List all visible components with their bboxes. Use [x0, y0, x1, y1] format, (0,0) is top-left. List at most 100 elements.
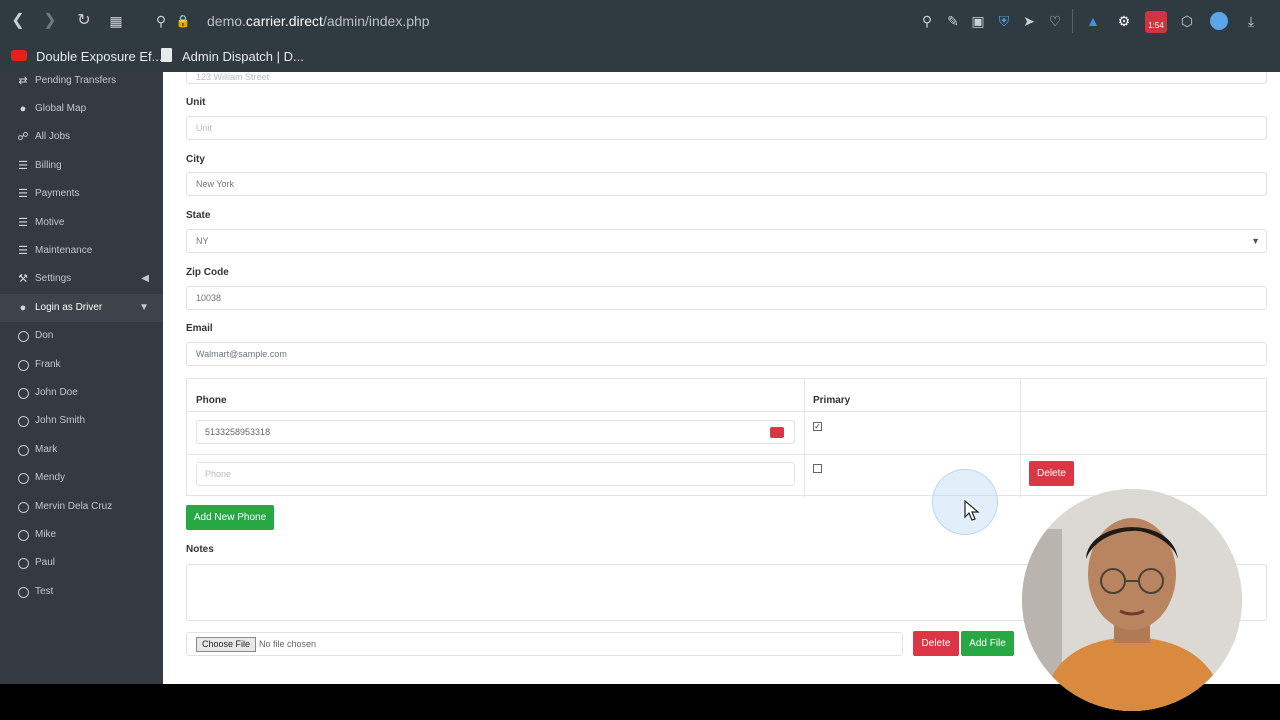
cursor-icon	[964, 500, 980, 521]
location-icon[interactable]: ⚲	[151, 11, 171, 31]
phone-table: Phone Primary 5133258953318 ✓ Phone Dele…	[186, 378, 1268, 497]
email-field[interactable]: Walmart@sample.com	[186, 342, 1267, 366]
delete-file-button[interactable]: Delete	[913, 631, 959, 656]
delete-phone-button[interactable]: Delete	[1029, 461, 1074, 486]
list-icon: ☰	[18, 245, 28, 257]
heart-icon[interactable]: ♡	[1046, 12, 1064, 30]
add-phone-button[interactable]: Add New Phone	[186, 505, 274, 530]
circle-icon	[18, 587, 29, 598]
page-icon	[161, 48, 172, 62]
chevron-left-icon: ◀	[141, 273, 149, 284]
grid-icon[interactable]: ▦	[106, 11, 126, 31]
zip-field[interactable]: 10038	[186, 286, 1267, 310]
download-icon[interactable]: ⤓	[1242, 12, 1260, 30]
circle-icon	[18, 502, 29, 513]
extension-arrow-icon[interactable]: ▲	[1084, 12, 1102, 30]
circle-icon	[18, 388, 29, 399]
add-file-button[interactable]: Add File	[961, 631, 1014, 656]
phone-header: Phone	[196, 395, 227, 406]
choose-file-button[interactable]: Choose File	[196, 637, 257, 652]
webcam-overlay	[1022, 489, 1242, 711]
edit-icon[interactable]: ✎	[944, 12, 962, 30]
chevron-down-icon: ▼	[1251, 236, 1260, 246]
flag-icon[interactable]	[770, 427, 784, 438]
sidebar-driver-item[interactable]: Mike	[0, 521, 163, 549]
lock-icon[interactable]: 🔒	[173, 11, 193, 31]
transfer-icon: ⇄	[18, 75, 28, 87]
shield-icon[interactable]: ⛨	[995, 12, 1013, 30]
state-label: State	[186, 210, 211, 221]
circle-icon	[18, 360, 29, 371]
sidebar-item-all-jobs[interactable]: ☍ All Jobs	[0, 123, 163, 151]
primary-checkbox[interactable]	[813, 464, 822, 473]
sidebar-item-billing[interactable]: ☰ Billing	[0, 152, 163, 180]
sidebar-driver-item[interactable]: Mendy	[0, 464, 163, 492]
presenter-image	[1022, 489, 1242, 711]
sidebar-item-settings[interactable]: ⚒ Settings ◀	[0, 265, 163, 293]
search-icon[interactable]: ⚲	[918, 12, 936, 30]
sidebar-driver-item[interactable]: Don	[0, 322, 163, 350]
divider	[187, 454, 1268, 455]
bookmark-item[interactable]: Double Exposure Ef...	[36, 47, 162, 67]
youtube-icon	[11, 50, 27, 61]
zip-label: Zip Code	[186, 267, 229, 278]
notes-label: Notes	[186, 544, 214, 555]
sidebar-driver-item[interactable]: Mark	[0, 436, 163, 464]
sidebar-item-motive[interactable]: ☰ Motive	[0, 209, 163, 237]
timer-extension-icon[interactable]: 1:54	[1145, 11, 1167, 33]
list-icon: ☰	[18, 160, 28, 172]
back-icon[interactable]: ❮	[8, 11, 28, 31]
sidebar-item-pending-transfers[interactable]: ⇄ Pending Transfers	[0, 72, 163, 95]
unit-field[interactable]: Unit	[186, 116, 1267, 140]
phone-input[interactable]: 5133258953318	[196, 420, 795, 444]
city-label: City	[186, 154, 205, 165]
sidebar-item-global-map[interactable]: ● Global Map	[0, 95, 163, 123]
city-field[interactable]: New York	[186, 172, 1267, 196]
chevron-down-icon: ▼	[139, 302, 149, 313]
sidebar-driver-item[interactable]: John Smith	[0, 407, 163, 435]
email-label: Email	[186, 323, 213, 334]
circle-icon	[18, 331, 29, 342]
user-icon: ●	[19, 302, 27, 314]
circle-icon	[18, 558, 29, 569]
divider	[804, 379, 805, 497]
cart-icon: ☍	[17, 131, 29, 143]
sidebar-driver-item[interactable]: Frank	[0, 351, 163, 379]
primary-header: Primary	[813, 395, 851, 406]
list-icon: ☰	[18, 217, 28, 229]
send-icon[interactable]: ➤	[1020, 12, 1038, 30]
forward-icon[interactable]: ❯	[40, 11, 60, 31]
browser-toolbar: ❮ ❯ ↻ ▦ ⚲ 🔒 demo.carrier.direct/admin/in…	[0, 0, 1280, 43]
sidebar: ⇄ Pending Transfers ● Global Map ☍ All Jobs…	[0, 72, 163, 684]
primary-checkbox[interactable]: ✓	[813, 422, 822, 431]
wrench-icon: ⚒	[18, 273, 28, 285]
camera-icon[interactable]: ▣	[969, 12, 987, 30]
bookmark-item[interactable]: Admin Dispatch | D...	[182, 47, 304, 67]
phone-input[interactable]: Phone	[196, 462, 795, 486]
reload-icon[interactable]: ↻	[74, 11, 94, 31]
gear-icon[interactable]: ⚙	[1115, 12, 1133, 30]
sidebar-item-payments[interactable]: ☰ Payments	[0, 180, 163, 208]
cube-icon[interactable]: ⬡	[1178, 12, 1196, 30]
sidebar-driver-item[interactable]: Mervin Dela Cruz	[0, 493, 163, 521]
circle-icon	[18, 530, 29, 541]
list-icon: ☰	[18, 188, 28, 200]
divider	[1020, 379, 1021, 497]
sidebar-item-login-as-driver[interactable]: ● Login as Driver ▼	[0, 294, 163, 322]
address-field[interactable]: 123 William Street	[186, 72, 1267, 84]
divider	[187, 411, 1268, 412]
sidebar-item-maintenance[interactable]: ☰ Maintenance	[0, 237, 163, 265]
circle-icon	[18, 473, 29, 484]
sidebar-driver-item[interactable]: John Doe	[0, 379, 163, 407]
map-pin-icon: ●	[19, 103, 27, 115]
unit-label: Unit	[186, 97, 206, 108]
sidebar-driver-item[interactable]: Paul	[0, 549, 163, 577]
circle-icon	[18, 416, 29, 427]
divider	[1072, 9, 1073, 33]
address-bar[interactable]: demo.carrier.direct/admin/index.php	[207, 13, 430, 29]
state-select[interactable]: NY ▼	[186, 229, 1267, 253]
sidebar-driver-item[interactable]: Test	[0, 578, 163, 606]
file-input[interactable]: Choose File No file chosen	[186, 632, 903, 656]
file-status: No file chosen	[259, 639, 317, 649]
profile-avatar[interactable]	[1210, 12, 1228, 30]
